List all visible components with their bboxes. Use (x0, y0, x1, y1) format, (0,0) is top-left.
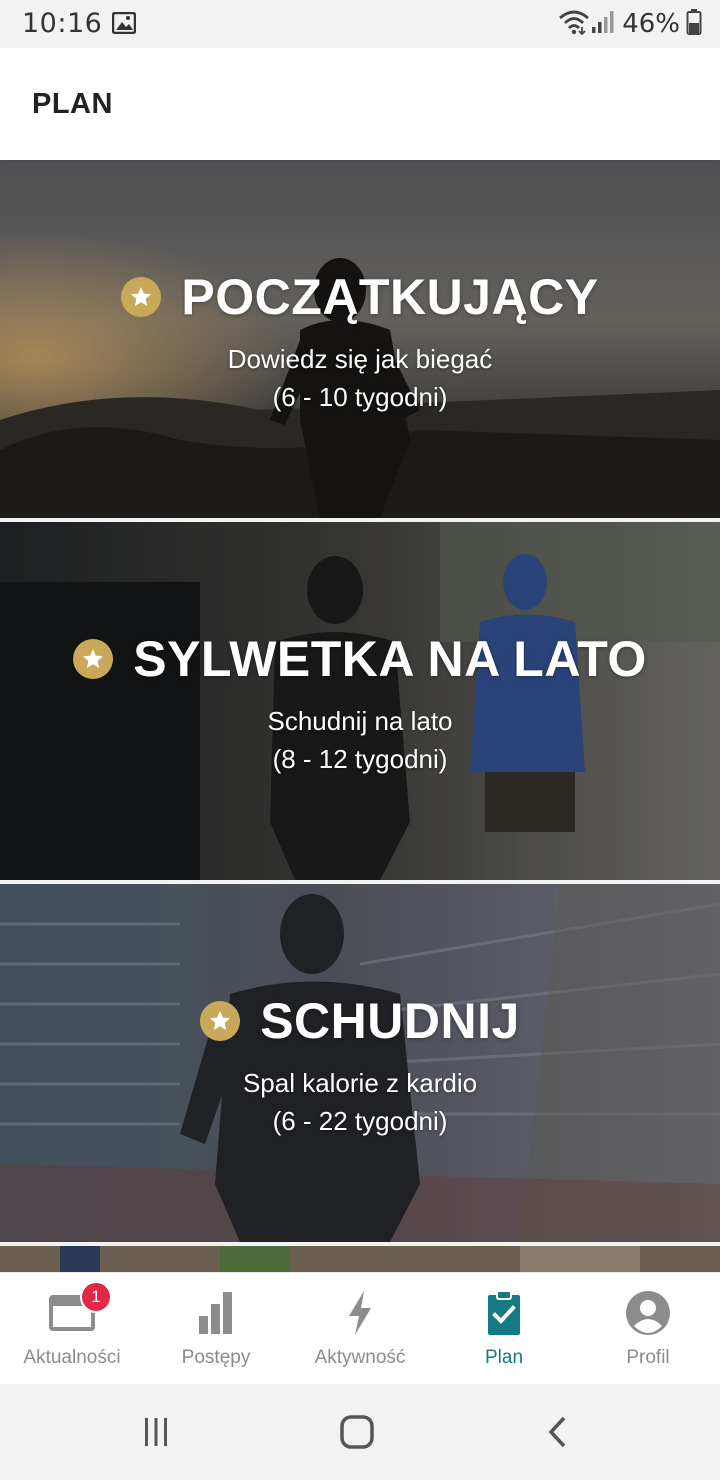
lightning-icon (336, 1289, 384, 1337)
star-icon (73, 639, 114, 679)
nav-label: Profil (626, 1347, 670, 1368)
plan-card-next[interactable] (0, 1246, 720, 1272)
plan-title: SYLWETKA NA LATO (133, 631, 647, 687)
plan-card-summer-shape[interactable]: SYLWETKA NA LATO Schudnij na lato (8 - 1… (0, 522, 720, 880)
signal-icon (590, 9, 616, 40)
plan-subtitle: Dowiedz się jak biegać (227, 344, 493, 374)
nav-item-profile[interactable]: Profil (576, 1273, 720, 1385)
wifi-icon (558, 9, 590, 40)
plan-list[interactable]: POCZĄTKUJĄCY Dowiedz się jak biegać (6 -… (0, 160, 720, 1272)
star-icon (121, 277, 162, 317)
home-icon[interactable] (337, 1412, 377, 1452)
back-icon[interactable] (538, 1412, 578, 1452)
card-background-image (0, 1246, 720, 1272)
recent-apps-icon[interactable] (136, 1412, 176, 1452)
app-header: PLAN (0, 48, 720, 160)
nav-item-activity[interactable]: Aktywność (288, 1273, 432, 1385)
plan-title: POCZĄTKUJĄCY (181, 269, 599, 325)
system-nav-bar (0, 1384, 720, 1480)
nav-label: Aktualności (23, 1347, 121, 1368)
bar-chart-icon (192, 1289, 240, 1337)
status-icons: 46% (558, 8, 702, 40)
plan-card-beginner[interactable]: POCZĄTKUJĄCY Dowiedz się jak biegać (6 -… (0, 160, 720, 518)
nav-label: Plan (484, 1347, 524, 1368)
plan-duration: (6 - 22 tygodni) (272, 1106, 448, 1136)
nav-item-plan[interactable]: Plan (432, 1273, 576, 1385)
battery-icon (686, 8, 702, 40)
notification-badge: 1 (80, 1281, 112, 1313)
nav-label: Postępy (181, 1347, 251, 1368)
card-title-row: SYLWETKA NA LATO (73, 630, 647, 688)
card-title-row: SCHUDNIJ (200, 992, 520, 1050)
card-title-row: POCZĄTKUJĄCY (121, 268, 598, 326)
nav-item-progress[interactable]: Postępy (144, 1273, 288, 1385)
plan-card-lose-weight[interactable]: SCHUDNIJ Spal kalorie z kardio (6 - 22 t… (0, 884, 720, 1242)
clipboard-check-icon (480, 1289, 528, 1337)
card-content: SCHUDNIJ Spal kalorie z kardio (6 - 22 t… (0, 884, 720, 1242)
page-title: PLAN (32, 88, 113, 120)
card-content: POCZĄTKUJĄCY Dowiedz się jak biegać (6 -… (0, 160, 720, 518)
status-bar: 10:16 46% (0, 0, 720, 48)
nav-label: Aktywność (314, 1347, 406, 1368)
star-icon (200, 1001, 241, 1041)
gallery-icon (111, 11, 137, 35)
plan-title: SCHUDNIJ (260, 993, 520, 1049)
status-time: 10:16 (22, 8, 103, 39)
card-content: SYLWETKA NA LATO Schudnij na lato (8 - 1… (0, 522, 720, 880)
plan-duration: (6 - 10 tygodni) (272, 382, 448, 412)
profile-icon (624, 1289, 672, 1337)
plan-subtitle: Spal kalorie z kardio (242, 1068, 478, 1098)
battery-percent: 46% (622, 9, 680, 39)
nav-item-news[interactable]: 1 Aktualności (0, 1273, 144, 1385)
plan-subtitle: Schudnij na lato (267, 706, 453, 736)
bottom-nav: 1 Aktualności Postępy Aktywność Plan Pro… (0, 1272, 720, 1384)
plan-duration: (8 - 12 tygodni) (272, 744, 448, 774)
